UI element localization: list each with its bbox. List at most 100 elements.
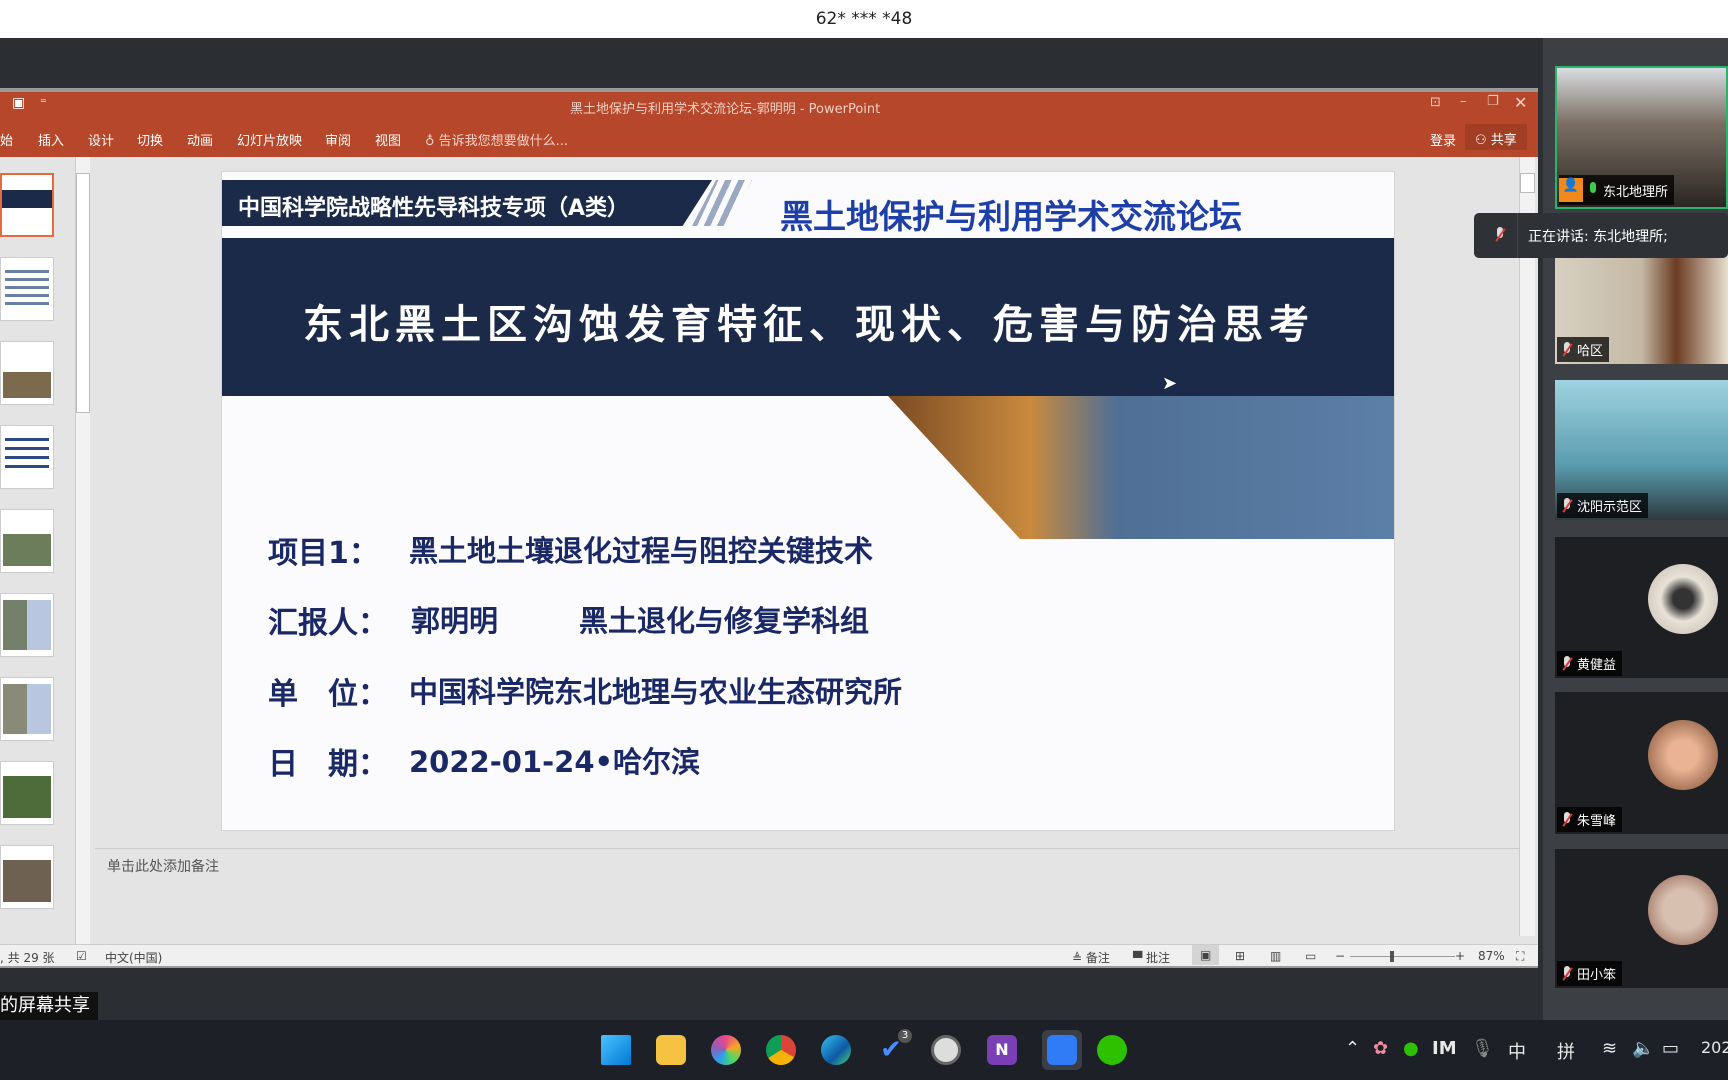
slide-thumbnail[interactable] (0, 425, 54, 489)
speaking-text: 正在讲话: 东北地理所; (1528, 229, 1668, 245)
wechat-icon[interactable] (1097, 1035, 1127, 1065)
tencent-meeting-icon[interactable] (1042, 1030, 1082, 1070)
participant-tile[interactable]: 沈阳示范区 (1555, 380, 1728, 520)
thumbnail-scrollbar[interactable] (75, 157, 90, 944)
mic-muted-icon (1494, 227, 1506, 243)
zoom-slider[interactable] (1350, 951, 1455, 962)
tray-app-icon[interactable]: ✿ (1373, 1038, 1388, 1059)
slide-thumbnail[interactable] (0, 677, 54, 741)
edge-icon[interactable] (821, 1035, 851, 1065)
onenote-icon[interactable]: N (987, 1035, 1017, 1065)
close-icon[interactable]: ✕ (1514, 93, 1527, 112)
todo-badge: 3 (898, 1029, 912, 1043)
slide-thumbnail[interactable] (0, 173, 54, 237)
share-button[interactable]: ⚇ 共享 (1465, 124, 1527, 150)
wifi-icon[interactable]: ≋ (1602, 1038, 1617, 1059)
slideshow-view-icon[interactable]: ▭ (1305, 949, 1316, 963)
person-add-icon: ⚇ (1475, 133, 1491, 148)
comments-label: 批注 (1146, 951, 1171, 965)
row-label: 单 位： (268, 677, 388, 712)
tell-me-box[interactable]: ♁ 告诉我您想要做什么... (425, 130, 568, 149)
battery-icon[interactable]: ▭ (1662, 1038, 1679, 1059)
mic-muted-icon (1561, 341, 1573, 358)
restore-icon[interactable]: ❐ (1487, 94, 1499, 109)
zoom-out-button[interactable]: − (1335, 949, 1345, 963)
slide-sorter-icon[interactable]: ⊞ (1235, 949, 1245, 963)
tray-m-icon[interactable]: IM (1432, 1038, 1457, 1059)
todo-icon[interactable]: ✔ 3 (876, 1029, 912, 1065)
tab-animations[interactable]: 动画 (187, 130, 213, 149)
ime-language[interactable]: 中 (1508, 1038, 1526, 1064)
farmland-tractor-image (888, 396, 1394, 539)
lightbulb-icon: ♁ (425, 134, 439, 149)
slide-thumbnail[interactable] (0, 761, 54, 825)
participant-name: 沈阳示范区 (1577, 500, 1643, 515)
minimize-icon[interactable]: – (1460, 94, 1467, 109)
participant-panel: 👤 东北地理所 哈区 沈阳示范区 黄健益 朱雪峰 田小笨 (1543, 38, 1728, 1020)
mic-on-icon (1587, 182, 1599, 198)
row-value: 黑土地土壤退化过程与阻控关键技术 (409, 534, 874, 568)
photos-icon[interactable] (711, 1035, 741, 1065)
mic-muted-icon (1561, 497, 1573, 514)
tab-insert[interactable]: 插入 (38, 130, 64, 149)
participant-tile[interactable]: 田小笨 (1555, 849, 1728, 988)
file-explorer-icon[interactable] (656, 1035, 686, 1065)
slide-thumbnail[interactable] (0, 257, 54, 321)
tab-transitions[interactable]: 切换 (137, 130, 163, 149)
chrome-icon[interactable] (766, 1035, 796, 1065)
ime-mode[interactable]: 拼 (1557, 1038, 1575, 1064)
tab-review[interactable]: 审阅 (325, 130, 351, 149)
editing-area: 中国科学院战略性先导科技专项（A类） 黑土地保护与利用学术交流论坛 东北黑土区沟… (0, 157, 1538, 944)
notes-button[interactable]: ≜ 备注 (1072, 949, 1110, 966)
fit-to-window-icon[interactable]: ⛶ (1516, 949, 1524, 964)
tab-slideshow[interactable]: 幻灯片放映 (237, 130, 302, 149)
thumbnail-pane (0, 157, 80, 944)
reading-view-icon[interactable]: ▥ (1270, 949, 1281, 963)
avatar (1648, 875, 1718, 945)
notes-placeholder[interactable]: 单击此处添加备注 (107, 856, 219, 876)
participant-tile[interactable]: 👤 东北地理所 (1555, 66, 1728, 209)
mic-muted-icon (1561, 655, 1573, 672)
show-hidden-icons[interactable]: ⌃ (1345, 1038, 1360, 1059)
normal-view-icon[interactable]: ▣ (1192, 945, 1220, 965)
slide-canvas[interactable]: 中国科学院战略性先导科技专项（A类） 黑土地保护与利用学术交流论坛 东北黑土区沟… (221, 171, 1395, 831)
row-label: 项目1： (268, 536, 379, 571)
mic-muted-icon (1561, 811, 1573, 828)
ppt-title-bar: ▣ ⁼ 黑土地保护与利用学术交流论坛-郭明明 - PowerPoint ⊡ – … (0, 92, 1538, 118)
participant-tile[interactable]: 黄健益 (1555, 537, 1728, 678)
comments-button[interactable]: ▀ 批注 (1133, 949, 1170, 966)
slideshow-icon[interactable]: ▣ (12, 95, 25, 111)
qat-dropdown-icon[interactable]: ⁼ (40, 96, 47, 111)
slide-thumbnail[interactable] (0, 593, 54, 657)
tell-me-text: 告诉我您想要做什么... (438, 134, 569, 149)
slide-thumbnail[interactable] (0, 845, 54, 909)
tab-view[interactable]: 视图 (375, 130, 401, 149)
zoom-level[interactable]: 87% (1478, 949, 1505, 963)
tab-home[interactable]: 始 (0, 130, 13, 149)
ribbon-display-icon[interactable]: ⊡ (1430, 95, 1441, 110)
clock-app-icon[interactable] (931, 1035, 961, 1065)
row-value: 中国科学院东北地理与农业生态研究所 (409, 675, 903, 709)
zoom-in-button[interactable]: + (1455, 949, 1465, 963)
volume-icon[interactable]: 🔈 (1632, 1038, 1654, 1059)
row-value: 2022-01-24•哈尔滨 (409, 745, 701, 779)
sign-in-link[interactable]: 登录 (1430, 130, 1456, 149)
zoom-slider-thumb[interactable] (1390, 951, 1394, 962)
windows-start-icon[interactable] (601, 1035, 631, 1065)
slide-count: , 共 29 张 (0, 951, 55, 965)
slide-scrollbar[interactable] (1519, 157, 1535, 936)
participant-name: 黄健益 (1577, 658, 1617, 673)
spell-check-icon[interactable]: ☑ (76, 949, 87, 963)
clock[interactable]: 202 (1701, 1038, 1728, 1057)
participant-tile[interactable]: 朱雪峰 (1555, 692, 1728, 834)
mic-muted-icon (1561, 965, 1573, 982)
slide-thumbnail[interactable] (0, 509, 54, 573)
tab-design[interactable]: 设计 (88, 130, 114, 149)
language[interactable]: 中文(中国) (105, 949, 162, 966)
share-label: 共享 (1490, 133, 1517, 148)
participant-name: 东北地理所 (1603, 184, 1669, 200)
taskbar: ✔ 3 N ⌃ ✿ ● IM 🎙 中 拼 ≋ 🔈 ▭ 202 (0, 1020, 1728, 1080)
microphone-icon[interactable]: 🎙 (1471, 1038, 1494, 1059)
wechat-tray-icon[interactable]: ● (1403, 1038, 1419, 1059)
slide-thumbnail[interactable] (0, 341, 54, 405)
